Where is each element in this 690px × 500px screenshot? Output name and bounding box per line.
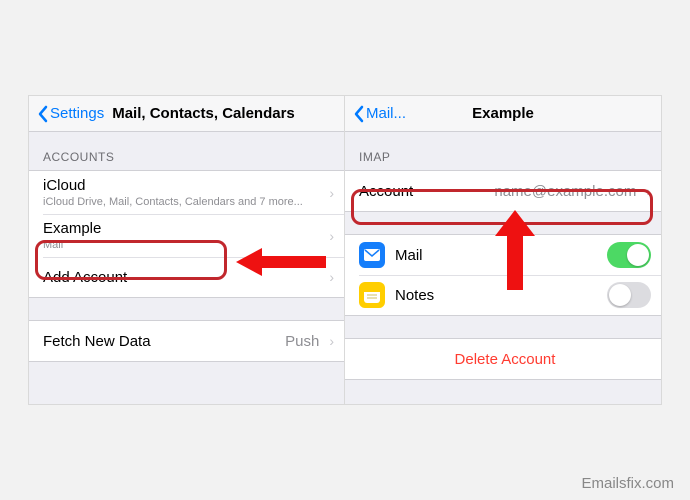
row-label: Account xyxy=(359,183,413,200)
notes-toggle-row: Notes xyxy=(345,275,661,315)
chevron-right-icon: › xyxy=(646,183,651,199)
section-header-imap: IMAP xyxy=(345,132,661,170)
delete-account-row[interactable]: Delete Account xyxy=(345,339,661,379)
nav-bar: Mail... Example xyxy=(345,96,661,132)
row-label: Add Account xyxy=(43,269,127,286)
fetch-list: Fetch New Data Push › xyxy=(29,320,344,362)
account-row[interactable]: Account name@example.com › xyxy=(345,171,661,211)
account-list: Account name@example.com › xyxy=(345,170,661,212)
row-value: Push xyxy=(285,333,319,350)
mail-toggle-row: Mail xyxy=(345,235,661,275)
chevron-right-icon: › xyxy=(329,228,334,244)
row-sub: iCloud Drive, Mail, Contacts, Calendars … xyxy=(43,196,325,208)
row-label: Fetch New Data xyxy=(43,333,151,350)
account-detail-panel: Mail... Example IMAP Account name@exampl… xyxy=(345,95,662,405)
watermark: Emailsfix.com xyxy=(581,475,674,492)
back-button[interactable]: Settings xyxy=(37,105,104,123)
delete-list: Delete Account xyxy=(345,338,661,380)
chevron-left-icon xyxy=(37,105,48,123)
add-account-row[interactable]: Add Account › xyxy=(29,257,344,297)
back-button[interactable]: Mail... xyxy=(353,105,406,123)
back-label: Settings xyxy=(50,105,104,122)
row-value: name@example.com xyxy=(494,183,636,200)
fetch-new-data-row[interactable]: Fetch New Data Push › xyxy=(29,321,344,361)
account-row-icloud[interactable]: iCloud iCloud Drive, Mail, Contacts, Cal… xyxy=(29,171,344,214)
page-title: Example xyxy=(472,105,534,122)
accounts-list: iCloud iCloud Drive, Mail, Contacts, Cal… xyxy=(29,170,344,298)
row-label: Example xyxy=(43,220,325,237)
chevron-right-icon: › xyxy=(329,269,334,285)
chevron-left-icon xyxy=(353,105,364,123)
mail-toggle[interactable] xyxy=(607,242,651,268)
mail-icon xyxy=(359,242,385,268)
section-header-accounts: ACCOUNTS xyxy=(29,132,344,170)
notes-toggle[interactable] xyxy=(607,282,651,308)
nav-bar: Settings Mail, Contacts, Calendars xyxy=(29,96,344,132)
back-label: Mail... xyxy=(366,105,406,122)
row-label: Notes xyxy=(395,287,434,304)
page-title: Mail, Contacts, Calendars xyxy=(112,105,295,122)
notes-icon xyxy=(359,282,385,308)
settings-mail-panel: Settings Mail, Contacts, Calendars ACCOU… xyxy=(28,95,345,405)
chevron-right-icon: › xyxy=(329,185,334,201)
delete-label: Delete Account xyxy=(359,351,651,368)
account-row-example[interactable]: Example Mail › xyxy=(29,214,344,257)
services-list: Mail Notes xyxy=(345,234,661,316)
row-label: iCloud xyxy=(43,177,325,194)
row-sub: Mail xyxy=(43,239,325,251)
row-label: Mail xyxy=(395,247,423,264)
chevron-right-icon: › xyxy=(329,333,334,349)
